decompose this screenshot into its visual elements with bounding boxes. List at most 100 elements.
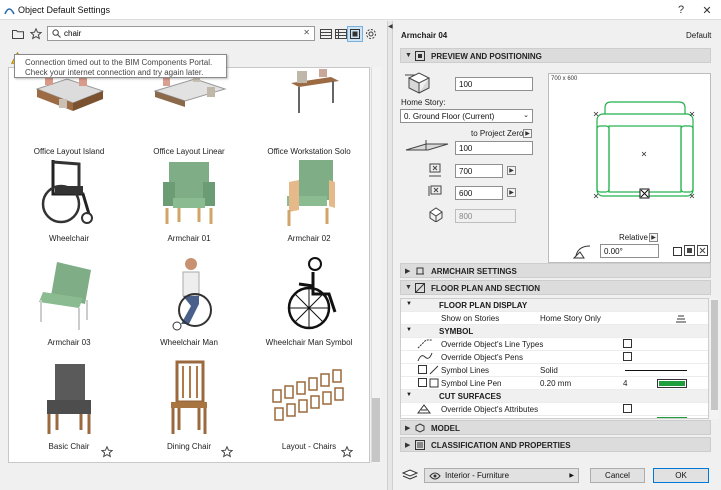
thumbnail-view-icon[interactable] (347, 26, 363, 42)
section-floor-plan[interactable]: ▼ FLOOR PLAN AND SECTION (400, 280, 711, 295)
property-group[interactable]: ▼ CUT SURFACES (401, 390, 708, 403)
wheelchair-symbol-icon (287, 257, 337, 330)
line-icon (429, 365, 439, 375)
expand-arrow-icon: ▼ (405, 284, 412, 291)
library-item[interactable]: Armchair 03 (9, 254, 129, 358)
depth-field[interactable]: 600 (455, 186, 503, 200)
item-label: Armchair 01 (167, 234, 211, 243)
depth-icon (428, 185, 442, 196)
item-label: Wheelchair Man Symbol (265, 338, 353, 347)
depth-arrow-button[interactable]: ▶ (507, 188, 516, 197)
symbol-pen-checkbox[interactable] (418, 378, 427, 387)
width-field[interactable]: 700 (455, 164, 503, 178)
favorite-star-icon[interactable] (341, 446, 353, 458)
favorite-star-icon[interactable] (221, 446, 233, 458)
list-view-icon[interactable] (318, 26, 334, 42)
classification-icon (415, 440, 425, 450)
search-input[interactable] (64, 28, 294, 39)
mirror-icon[interactable] (684, 245, 695, 256)
help-button[interactable]: ? (668, 0, 694, 20)
layer-select[interactable]: Interior - Furniture ▶ (424, 468, 579, 483)
property-row[interactable]: Override Object's Attributes (401, 403, 708, 416)
expand-arrow-icon: ▶ (405, 425, 411, 432)
pane-splitter[interactable]: ◀ (387, 21, 393, 490)
item-label: Armchair 03 (47, 338, 91, 347)
armchair-settings-icon (416, 267, 424, 275)
clear-search-icon[interactable]: ✕ (303, 28, 310, 37)
section-title: CLASSIFICATION AND PROPERTIES (431, 441, 571, 450)
library-item[interactable]: Wheelchair Man (129, 254, 249, 358)
library-item[interactable]: Dining Chair (129, 358, 249, 462)
stories-icon (676, 315, 686, 323)
elevation-field[interactable]: 100 (455, 141, 533, 155)
library-item[interactable]: Basic Chair (9, 358, 129, 462)
settings-gear-icon[interactable] (363, 26, 379, 42)
close-button[interactable]: ✕ (694, 0, 720, 20)
property-row[interactable]: Show on Stories Home Story Only (401, 312, 708, 325)
home-story-select[interactable]: 0. Ground Floor (Current) ⌄ (400, 109, 533, 123)
property-name: Override Object's Line Types (441, 340, 544, 349)
mirror-checkbox[interactable] (673, 247, 682, 256)
floor-plan-properties: ▼ FLOOR PLAN DISPLAY Show on Stories Hom… (400, 298, 709, 419)
item-label: Armchair 02 (287, 234, 331, 243)
angle-field[interactable]: 0.00° (600, 244, 659, 258)
armchair-icon (163, 162, 215, 224)
rotation-angle-icon (572, 245, 591, 259)
library-item[interactable]: Wheelchair Man Symbol (249, 254, 369, 358)
symbol-lines-checkbox[interactable] (418, 365, 427, 374)
search-box[interactable]: ✕ (47, 26, 315, 41)
folder-icon[interactable] (10, 26, 26, 42)
grid-scrollbar-thumb[interactable] (372, 398, 380, 462)
home-story-label: Home Story: (401, 98, 446, 107)
collapse-arrow-icon[interactable]: ◀ (388, 23, 393, 30)
floor-plan-icon (415, 283, 425, 293)
project-zero-arrow-button[interactable]: ▶ (523, 129, 532, 138)
property-row[interactable]: Symbol Line Pen 0.20 mm 4 (401, 377, 708, 390)
tooltip-line-1: Connection timed out to the BIM Componen… (25, 58, 213, 67)
mirror-x-icon[interactable] (697, 245, 708, 256)
override-pens-checkbox[interactable] (623, 352, 632, 361)
section-armchair-settings[interactable]: ▶ ARMCHAIR SETTINGS (400, 263, 711, 278)
preview-icon (415, 51, 425, 61)
override-attributes-checkbox[interactable] (623, 404, 632, 413)
favorite-star-icon[interactable] (101, 446, 113, 458)
section-title: MODEL (431, 424, 460, 433)
width-arrow-button[interactable]: ▶ (507, 166, 516, 175)
library-item[interactable]: Armchair 01 (129, 150, 249, 254)
line-type-icon (417, 339, 432, 349)
expand-arrow-icon: ▼ (406, 301, 412, 307)
pen-color-swatch[interactable] (657, 379, 687, 388)
dining-chair-icon (171, 360, 207, 434)
property-value: Solid (540, 366, 558, 375)
section-title: ARMCHAIR SETTINGS (431, 267, 517, 276)
library-item[interactable]: Armchair 02 (249, 150, 369, 254)
office-linear-icon (153, 73, 227, 107)
library-item[interactable]: Layout - Chairs (249, 358, 369, 462)
property-group[interactable]: ▼ FLOOR PLAN DISPLAY (401, 299, 708, 312)
library-item[interactable]: Wheelchair (9, 150, 129, 254)
model-icon (415, 423, 425, 433)
relative-arrow-button[interactable]: ▶ (649, 233, 658, 242)
section-classification[interactable]: ▶ CLASSIFICATION AND PROPERTIES (400, 437, 711, 452)
property-row[interactable]: Override Object's Line Types (401, 338, 708, 351)
connection-tooltip: Connection timed out to the BIM Componen… (14, 54, 227, 78)
section-title: FLOOR PLAN AND SECTION (431, 284, 541, 293)
property-name: Symbol Lines (441, 366, 490, 375)
override-line-types-checkbox[interactable] (623, 339, 632, 348)
group-name: CUT SURFACES (439, 392, 502, 401)
cancel-button[interactable]: Cancel (590, 468, 645, 483)
favorites-star-icon[interactable] (28, 26, 44, 42)
line-sample (625, 370, 687, 371)
properties-scrollbar-thumb[interactable] (711, 300, 718, 410)
section-preview-positioning[interactable]: ▼ PREVIEW AND POSITIONING (400, 48, 711, 63)
property-row[interactable]: Symbol Lines Solid (401, 364, 708, 377)
property-value: Home Story Only (540, 314, 601, 323)
partial-swatch (657, 417, 687, 418)
property-row[interactable]: Override Object's Pens (401, 351, 708, 364)
chevron-right-icon: ▶ (569, 473, 574, 479)
property-group[interactable]: ▼ SYMBOL (401, 325, 708, 338)
ok-button[interactable]: OK (653, 468, 709, 483)
top-elevation-field[interactable]: 100 (455, 77, 533, 91)
section-model[interactable]: ▶ MODEL (400, 420, 711, 435)
property-row (401, 416, 708, 418)
